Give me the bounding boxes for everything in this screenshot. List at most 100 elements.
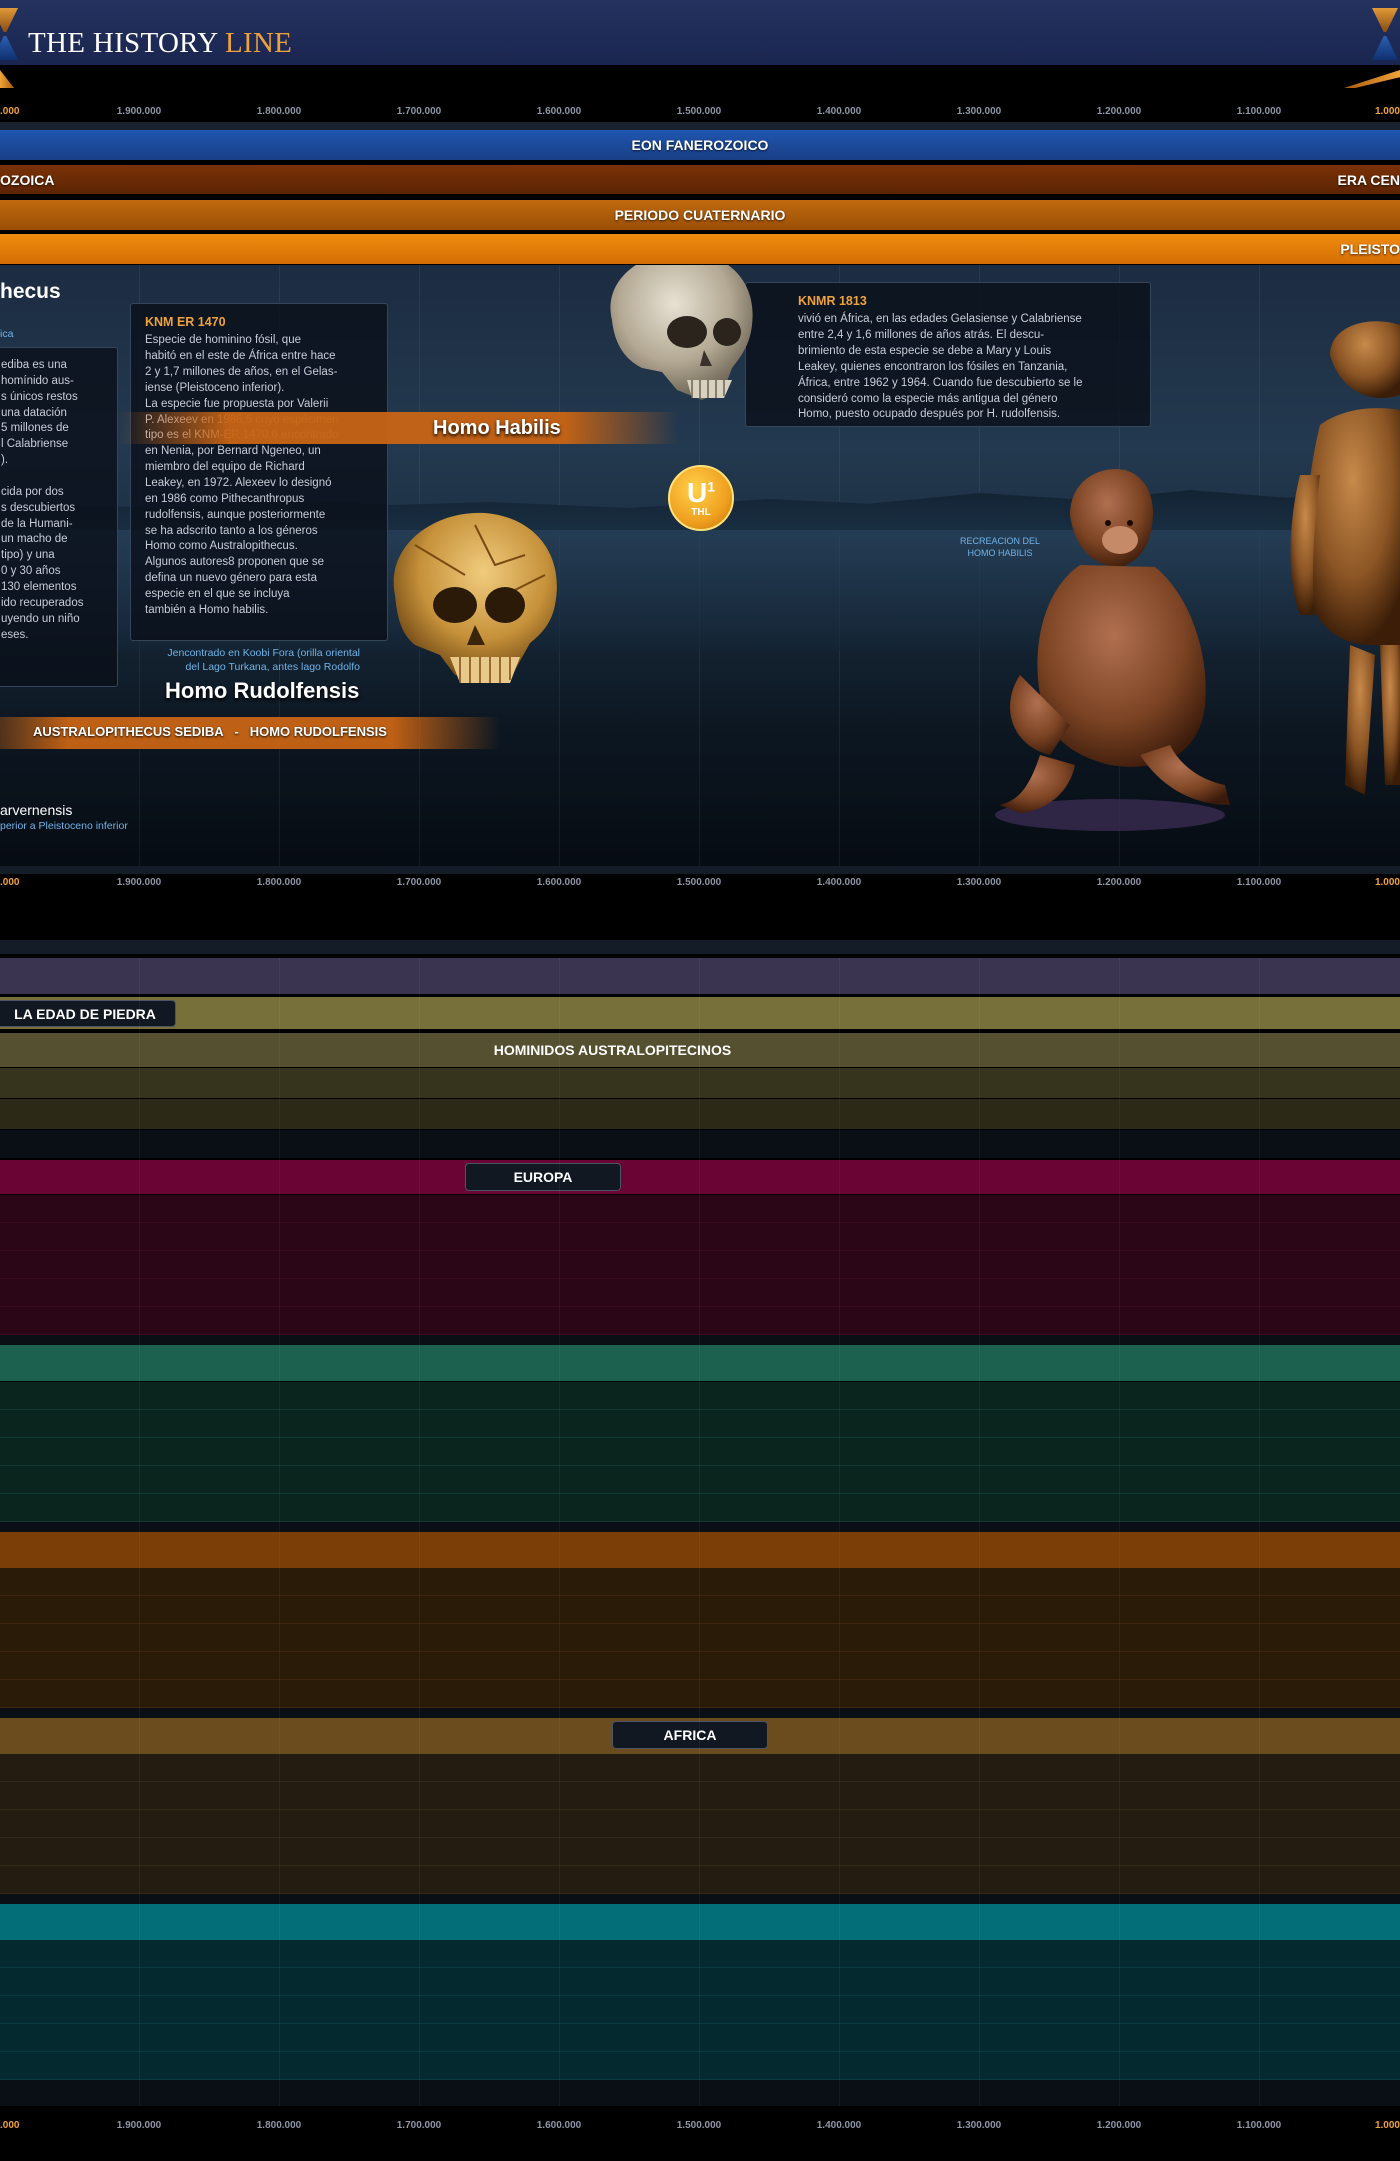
text-line: Leakey, en 1972. Alexeev lo designó	[145, 476, 332, 489]
text-line: 2 y 1,7 millones de años, en el Gelas-	[145, 365, 338, 378]
band-epoch[interactable]: PLEISTO	[0, 234, 1400, 264]
species-title-arvernensis[interactable]: arvernensis	[0, 802, 72, 818]
pill-stone-age[interactable]: LA EDAD DE PIEDRA	[0, 1000, 176, 1027]
text-line: s descubiertos	[1, 501, 76, 514]
species-title-habilis[interactable]: Homo Habilis	[433, 414, 561, 442]
timeline-ruler-top: .000 1.900.000 1.800.000 1.700.000 1.600…	[0, 106, 1400, 122]
text-line: habitó en el este de África entre hace	[145, 350, 336, 363]
ribbon-sediba-rudolfensis[interactable]: AUSTRALOPITHECUS SEDIBA - HOMO RUDOLFENS…	[33, 724, 387, 739]
info-panel-text: Especie de hominino fósil, que habitó en …	[145, 333, 373, 618]
text-line: entre 2,4 y 1,6 millones de años atrás. …	[798, 329, 1045, 342]
ruler-tick: 1.100.000	[1236, 2120, 1282, 2131]
species-title-left: hecus	[0, 280, 61, 303]
text-line: especie en el que se incluya	[145, 588, 290, 600]
text-line: eses.	[1, 628, 29, 641]
ruler-tick: 1.200.000	[1096, 106, 1142, 117]
text-line	[1, 469, 103, 485]
text-line: una datación	[1, 406, 67, 419]
hourglass-icon	[1372, 8, 1398, 60]
site-logo[interactable]: THE HISTORY LINE	[28, 29, 292, 58]
text-line: vivió en África, en las edades Gelasiens…	[798, 313, 1082, 326]
row-orange[interactable]	[0, 1532, 1400, 1568]
text-line: de la Humani-	[1, 517, 73, 530]
ruler-tick: 1.500.000	[676, 877, 722, 888]
text-line: Algunos autores8 proponen que se	[145, 556, 325, 569]
info-panel-knm-er-1470: KNM ER 1470 Especie de hominino fósil, q…	[130, 303, 388, 641]
text-line: Homo como Australopithecus.	[145, 540, 298, 553]
text-line: un macho de	[1, 533, 68, 546]
text-line: s únicos restos	[1, 390, 78, 403]
homo-habilis-skull-image[interactable]	[592, 265, 762, 420]
row-stone-age[interactable]	[0, 997, 1400, 1029]
timeline-scene: hecus ica ediba es una homínido aus-s úni…	[0, 265, 1400, 870]
rows-orange-sub	[0, 1568, 1400, 1708]
lower-header-strip	[0, 940, 1400, 954]
text-line: en Nenia, por Bernard Ngeneo, un	[145, 445, 321, 458]
row-europa[interactable]	[0, 1160, 1400, 1194]
text-line: iense (Pleistoceno inferior).	[145, 381, 285, 394]
ruler-tick: 1.200.000	[1096, 2120, 1142, 2131]
rows-teal-sub	[0, 1940, 1400, 2080]
species-title-rudolfensis[interactable]: Homo Rudolfensis	[165, 678, 359, 704]
ruler-tick: 1.200.000	[1096, 877, 1142, 888]
row-green[interactable]	[0, 1345, 1400, 1381]
ruler-tick: 1.300.000	[956, 877, 1002, 888]
ruler-tick: 1.500.000	[676, 2120, 722, 2131]
info-panel-title: KNMR 1813	[798, 294, 867, 308]
ruler-tick: 1.300.000	[956, 2120, 1002, 2131]
text-line: uyendo un niño	[1, 612, 80, 625]
logo-accent-text: LINE	[224, 27, 293, 59]
homo-habilis-figure-image[interactable]	[960, 455, 1260, 835]
pill-europa[interactable]: EUROPA	[465, 1163, 621, 1191]
timeline-ruler-bottom: .000 1.900.000 1.800.000 1.700.000 1.600…	[0, 2120, 1400, 2136]
text-line: La especie fue propuesta por Valerii	[145, 397, 329, 410]
band-period[interactable]: PERIODO CUATERNARIO	[0, 200, 1400, 230]
text-line: 0 y 30 años	[1, 565, 61, 578]
text-line: defina un nuevo género para esta	[145, 572, 317, 585]
ruler-tick: 1.800.000	[256, 106, 302, 117]
homo-erectus-figure-image[interactable]	[1290, 315, 1400, 815]
row-hominids[interactable]: HOMINIDOS AUSTRALOPITECINOS	[0, 1033, 1400, 1067]
badge-letter: U1	[686, 476, 716, 508]
ruler-tick: 1.400.000	[816, 106, 862, 117]
rudolfensis-caption: Jencontrado en Koobi Fora (orilla orient…	[167, 647, 360, 674]
text-line: ediba es una	[1, 359, 67, 371]
ruler-tick: 1.100.000	[1236, 877, 1282, 888]
thl-badge[interactable]: U1 THL	[668, 465, 734, 531]
rows-green-sub	[0, 1382, 1400, 1522]
info-panel-sediba: ediba es una homínido aus-s únicos restos…	[0, 347, 118, 687]
ruler-tick: 1.800.000	[256, 877, 302, 888]
text-line: Especie de hominino fósil, que	[145, 334, 301, 347]
rows-europa-sub	[0, 1195, 1400, 1335]
ruler-tick: 1.900.000	[116, 2120, 162, 2131]
species-subtitle-left: ica	[0, 328, 14, 340]
band-era-label-left: OZOICA	[0, 171, 55, 188]
text-line: Leakey, quienes encontraron los fósiles …	[798, 360, 1068, 373]
text-line: África, entre 1962 y 1964. Cuando fue de…	[798, 376, 1083, 389]
ruler-divider	[0, 866, 1400, 874]
homo-rudolfensis-skull-image[interactable]	[355, 505, 570, 700]
text-line: 5 millones de	[1, 422, 69, 435]
rows-africa-sub	[0, 1754, 1400, 1894]
ruler-tick: 1.900.000	[116, 106, 162, 117]
ruler-tick: 1.600.000	[536, 877, 582, 888]
ruler-tick: .000	[0, 106, 20, 117]
text-line: 130 elementos	[1, 581, 77, 594]
pill-africa[interactable]: AFRICA	[612, 1721, 768, 1749]
corner-wing-decoration	[0, 70, 14, 88]
ruler-divider	[0, 122, 1400, 130]
band-era[interactable]: OZOICA ERA CEN	[0, 165, 1400, 194]
text-line: miembro del equipo de Richard	[145, 461, 305, 474]
row-spacer	[0, 1708, 1400, 1718]
ruler-tick: 1.900.000	[116, 877, 162, 888]
ruler-tick: 1.000	[1374, 877, 1400, 888]
row-spacer	[0, 2080, 1400, 2106]
row-teal[interactable]	[0, 1904, 1400, 1940]
band-eon[interactable]: EON FANEROZOICO	[0, 130, 1400, 160]
ruler-tick: .000	[0, 2120, 20, 2131]
ruler-tick: 1.300.000	[956, 106, 1002, 117]
ruler-tick: .000	[0, 877, 20, 888]
corner-wing-decoration	[1344, 70, 1400, 88]
badge-sub: THL	[691, 506, 711, 518]
text-line: l Calabriense	[1, 438, 69, 451]
